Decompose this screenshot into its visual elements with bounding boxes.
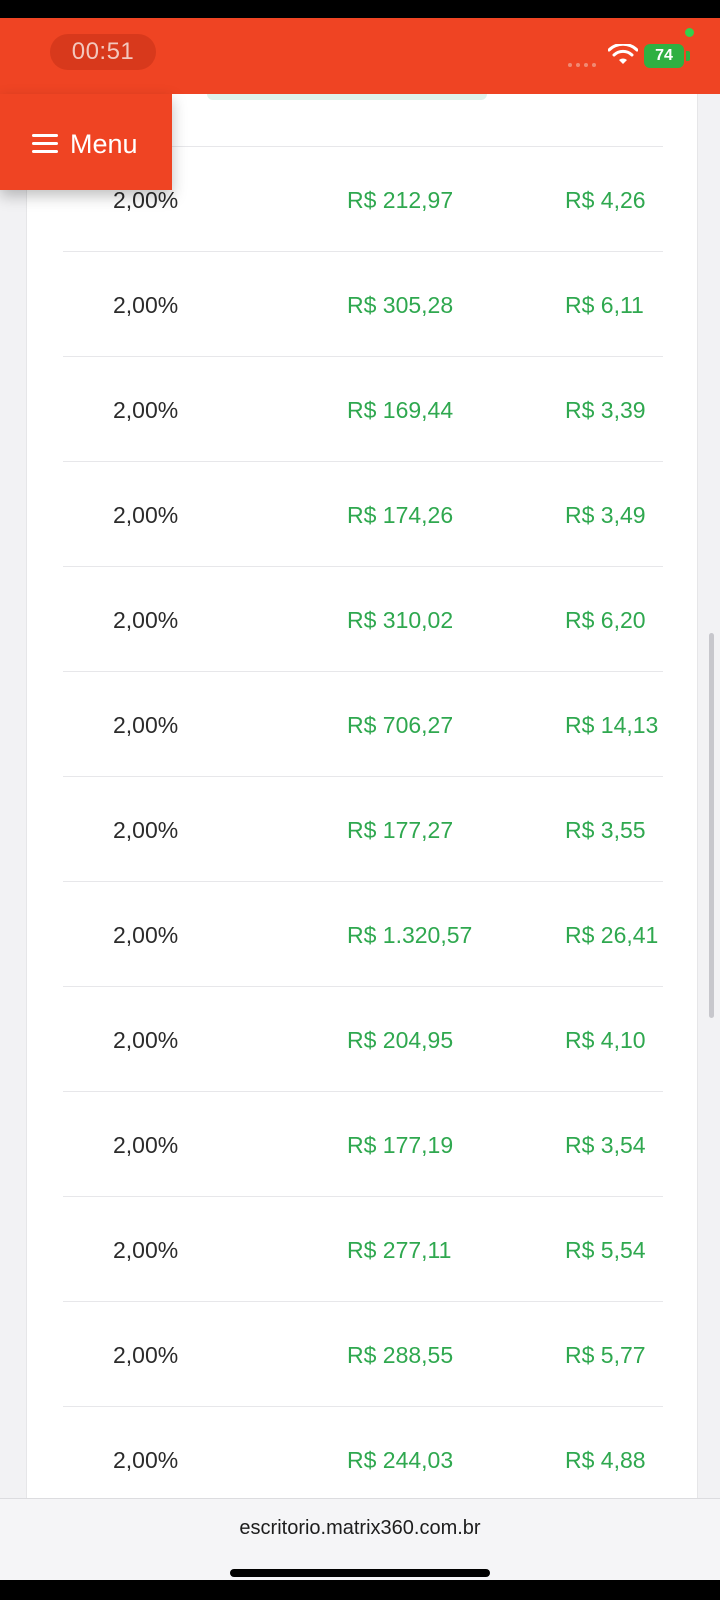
rate-cell: 2,00% (113, 502, 179, 528)
rate-cell: 2,00% (113, 1342, 179, 1368)
base-amount-cell: R$ 177,27 (347, 817, 454, 843)
rate-cell: 2,00% (113, 292, 179, 318)
rate-cell: 2,00% (113, 1132, 179, 1158)
scrollbar[interactable] (709, 633, 714, 1018)
commission-cell: R$ 5,54 (565, 1237, 646, 1263)
table-row[interactable]: 2,00% R$ 305,28 R$ 6,11 (27, 252, 697, 358)
commission-cell: R$ 4,26 (565, 187, 646, 213)
battery-icon: 74 (644, 44, 684, 68)
table-row[interactable]: 2,00% R$ 177,19 R$ 3,54 (27, 1092, 697, 1198)
signal-dots-icon (568, 54, 602, 67)
base-amount-cell: R$ 204,95 (347, 1027, 454, 1053)
base-amount-cell: R$ 706,27 (347, 712, 454, 738)
camera-indicator-dot (685, 28, 694, 37)
commission-cell: R$ 3,54 (565, 1132, 646, 1158)
rate-cell: 2,00% (113, 922, 179, 948)
commission-cell: R$ 5,77 (565, 1342, 646, 1368)
commission-cell: R$ 6,20 (565, 607, 646, 633)
commission-cell: R$ 26,41 (565, 922, 659, 948)
rate-cell: 2,00% (113, 397, 179, 423)
commission-table: 2,00% R$ 212,97 R$ 4,26 2,00% R$ 305,28 R$ 6,… (26, 94, 698, 1514)
wifi-icon (608, 44, 638, 64)
table-row[interactable]: 2,00% R$ 288,55 R$ 5,77 (27, 1302, 697, 1408)
commission-cell: R$ 3,39 (565, 397, 646, 423)
rate-cell: 2,00% (113, 1237, 179, 1263)
table-row[interactable]: 2,00% R$ 706,27 R$ 14,13 (27, 672, 697, 778)
table-row[interactable]: 2,00% R$ 174,26 R$ 3,49 (27, 462, 697, 568)
hamburger-icon (32, 134, 58, 154)
home-indicator[interactable] (230, 1569, 490, 1577)
table-row[interactable]: 2,00% R$ 177,27 R$ 3,55 (27, 777, 697, 883)
menu-label: Menu (70, 129, 138, 159)
commission-cell: R$ 14,13 (565, 712, 659, 738)
commission-cell: R$ 3,49 (565, 502, 646, 528)
rate-cell: 2,00% (113, 712, 179, 738)
menu-button[interactable]: Menu (0, 94, 172, 190)
commission-cell: R$ 4,10 (565, 1027, 646, 1053)
base-amount-cell: R$ 169,44 (347, 397, 454, 423)
base-amount-cell: R$ 1.320,57 (347, 922, 473, 948)
rate-cell: 2,00% (113, 607, 179, 633)
table-row[interactable]: 2,00% R$ 204,95 R$ 4,10 (27, 987, 697, 1093)
base-amount-cell: R$ 174,26 (347, 502, 454, 528)
table-row[interactable]: 2,00% R$ 1.320,57 R$ 26,41 (27, 882, 697, 988)
card-top-accent (207, 94, 487, 100)
url-label[interactable]: escritorio.matrix360.com.br (0, 1517, 720, 1540)
battery-tip (686, 51, 690, 61)
base-amount-cell: R$ 288,55 (347, 1342, 454, 1368)
status-bar: 00:51 74 (0, 18, 720, 94)
base-amount-cell: R$ 177,19 (347, 1132, 454, 1158)
table-row[interactable]: 2,00% R$ 169,44 R$ 3,39 (27, 357, 697, 463)
table-row[interactable]: 2,00% R$ 310,02 R$ 6,20 (27, 567, 697, 673)
base-amount-cell: R$ 277,11 (347, 1237, 452, 1263)
browser-bottom-bar: escritorio.matrix360.com.br (0, 1498, 720, 1580)
base-amount-cell: R$ 212,97 (347, 187, 454, 213)
rate-cell: 2,00% (113, 817, 179, 843)
commission-cell: R$ 6,11 (565, 292, 644, 318)
commission-cell: R$ 3,55 (565, 817, 646, 843)
phone-screen: 00:51 74 2,00% R$ 212,97 R$ 4,26 2,00% R$ 30… (0, 18, 720, 1580)
table-row[interactable]: 2,00% R$ 277,11 R$ 5,54 (27, 1197, 697, 1303)
base-amount-cell: R$ 310,02 (347, 607, 454, 633)
recording-timer[interactable]: 00:51 (50, 34, 156, 70)
base-amount-cell: R$ 305,28 (347, 292, 454, 318)
rate-cell: 2,00% (113, 1027, 179, 1053)
